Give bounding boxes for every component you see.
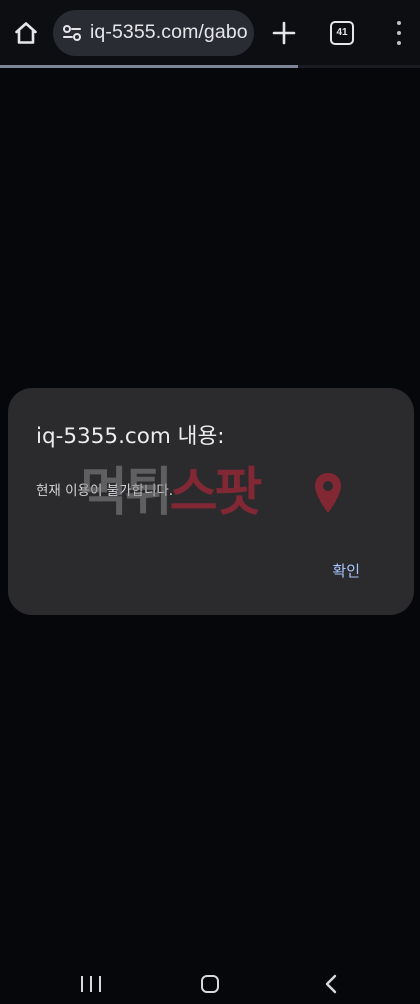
nav-home-icon[interactable]	[201, 975, 219, 993]
browser-toolbar: iq-5355.com/gabo 41	[0, 0, 420, 66]
tab-count: 41	[336, 27, 348, 38]
recents-icon[interactable]	[81, 976, 101, 992]
more-vert-icon[interactable]	[392, 19, 406, 47]
alert-dialog: iq-5355.com 내용: 현재 이용이 불가합니다. 확인	[8, 388, 414, 615]
home-icon	[15, 22, 37, 44]
system-nav-bar	[0, 962, 420, 1004]
dialog-message: 현재 이용이 불가합니다.	[36, 483, 174, 499]
url-text[interactable]: iq-5355.com/gabo	[90, 21, 248, 44]
page-load-progress	[0, 65, 420, 68]
address-bar[interactable]: iq-5355.com/gabo	[53, 10, 254, 56]
back-chevron-icon[interactable]	[322, 974, 342, 994]
site-settings-icon[interactable]	[62, 24, 82, 42]
dialog-title: iq-5355.com 내용:	[36, 424, 225, 449]
ok-button[interactable]: 확인	[328, 558, 364, 583]
home-button[interactable]	[10, 15, 42, 51]
tab-switcher-button[interactable]: 41	[330, 21, 354, 45]
page-load-progress-fill	[0, 65, 299, 68]
plus-icon[interactable]	[269, 18, 299, 48]
